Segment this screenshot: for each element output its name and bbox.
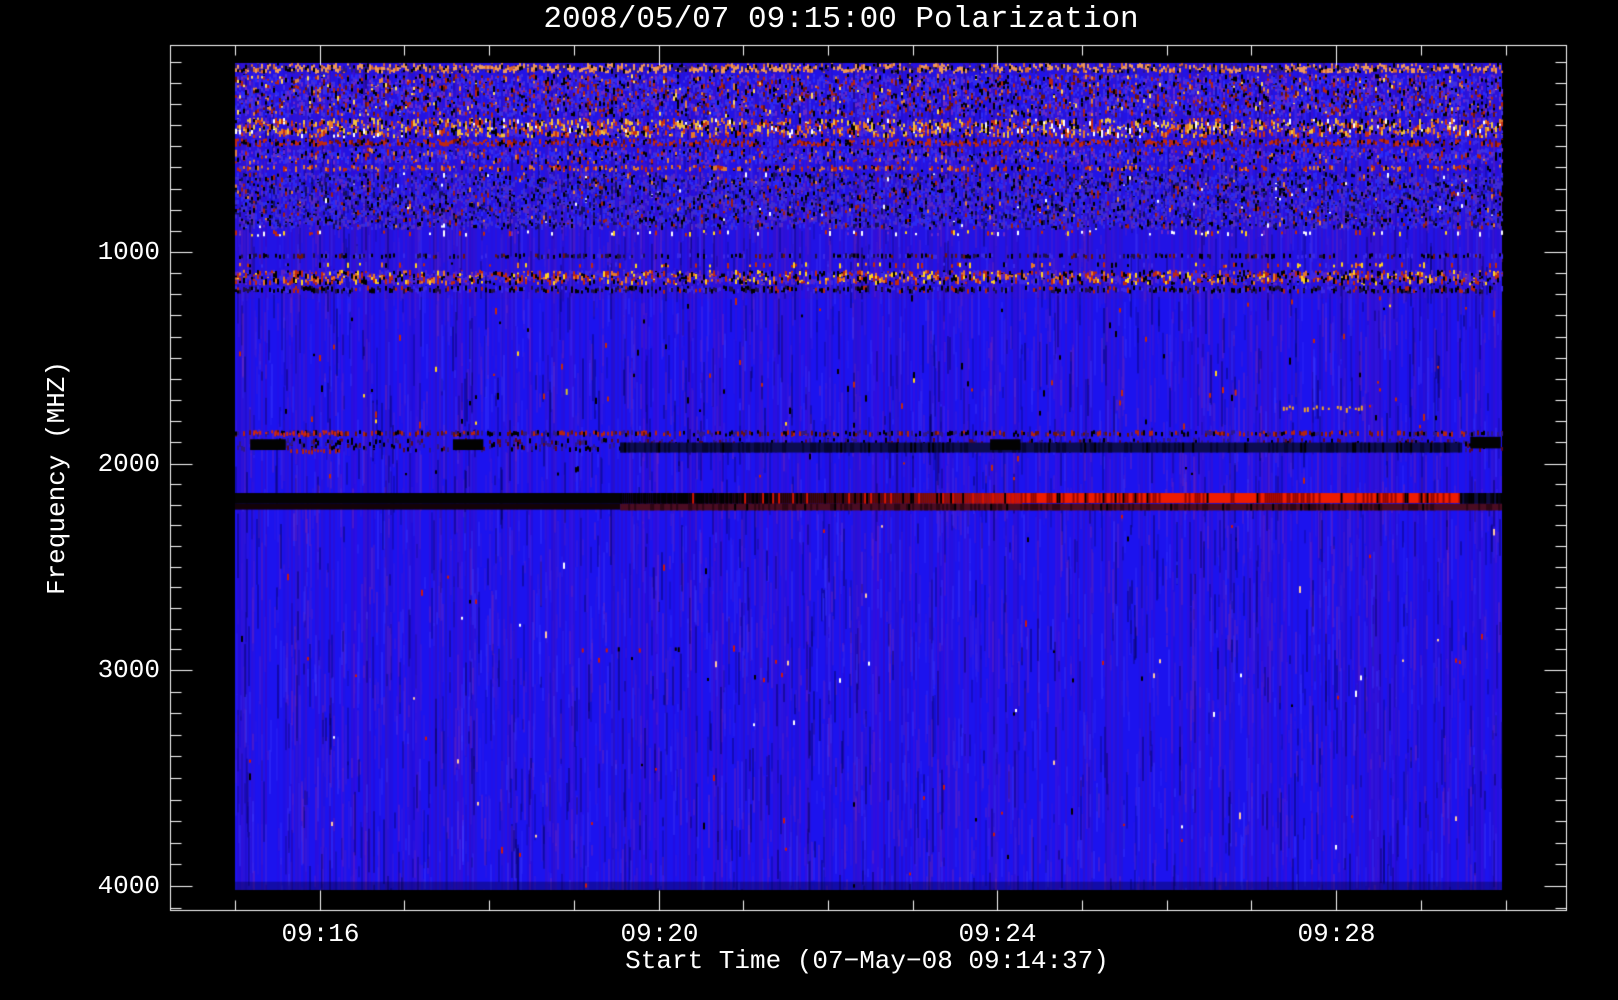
y-tick-label: 3000 bbox=[97, 655, 160, 685]
y-axis-label: Frequency (MHZ) bbox=[42, 360, 72, 596]
x-tick-label: 09:24 bbox=[958, 919, 1037, 949]
y-tick-label: 2000 bbox=[97, 448, 160, 479]
x-tick-label: 09:20 bbox=[620, 919, 699, 949]
x-tick-label: 09:16 bbox=[281, 919, 360, 949]
spectrogram-page: 2008/05/07 09:15:00 Polarization Frequen… bbox=[0, 0, 1618, 1000]
x-axis-label: Start Time (07−May−08 09:14:37) bbox=[625, 946, 1109, 976]
y-tick-label: 4000 bbox=[97, 871, 160, 901]
plot-title: 2008/05/07 09:15:00 Polarization bbox=[543, 2, 1139, 37]
y-tick-label: 1000 bbox=[97, 237, 160, 267]
spectrogram-canvas bbox=[0, 0, 1618, 1000]
x-tick-label: 09:28 bbox=[1297, 919, 1376, 949]
